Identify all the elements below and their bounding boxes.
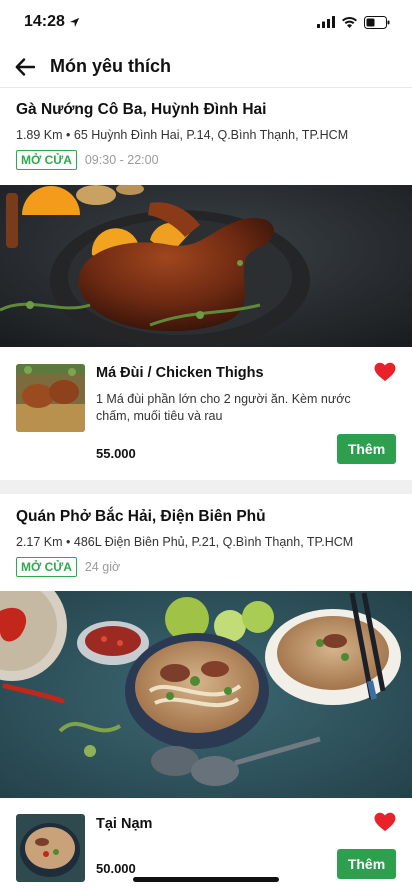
wifi-icon xyxy=(342,16,357,28)
store-name: Gà Nướng Cô Ba, Huỳnh Đình Hai xyxy=(16,101,267,118)
pho-bowl-illustration xyxy=(0,591,412,798)
nav-bar: Món yêu thích xyxy=(0,46,412,88)
dish-description: 1 Má đùi phần lớn cho 2 người ăn. Kèm nư… xyxy=(96,392,351,423)
dish-price: 55.000 xyxy=(96,446,136,461)
section-divider xyxy=(0,480,412,494)
clock-text: 14:28 xyxy=(24,13,65,30)
pho-thumbnail xyxy=(16,814,85,882)
dish-thumbnail[interactable] xyxy=(16,364,85,432)
store-info: 2.17 Km • 486L Điện Biên Phủ, P.21, Q.Bì… xyxy=(16,535,354,549)
add-to-cart-button[interactable]: Thêm xyxy=(337,434,396,464)
open-status-badge: MỞ CỬA xyxy=(16,557,77,577)
opening-hours: 09:30 - 22:00 xyxy=(84,153,159,167)
chicken-thigh-thumbnail xyxy=(16,364,85,432)
store-status-row: MỞ CỬA 09:30 - 22:00 xyxy=(16,150,396,170)
store-header[interactable]: Quán Phở Bắc Hải, Điện Biên Phủ 2.17 Km … xyxy=(0,507,412,577)
location-arrow-icon xyxy=(69,17,80,27)
dish-thumbnail[interactable] xyxy=(16,814,85,882)
store-status-row: MỞ CỬA 24 giờ xyxy=(16,557,396,577)
store-banner-image[interactable] xyxy=(0,185,412,347)
open-status-badge: MỞ CỬA xyxy=(16,150,77,170)
opening-hours: 24 giờ xyxy=(84,560,121,574)
arrow-left-icon xyxy=(15,57,35,76)
store-name: Quán Phở Bắc Hải, Điện Biên Phủ xyxy=(16,508,266,525)
store-header[interactable]: Gà Nướng Cô Ba, Huỳnh Đình Hai 1.89 Km •… xyxy=(0,100,412,170)
favorite-button[interactable] xyxy=(374,812,396,832)
roast-chicken-illustration xyxy=(0,185,412,347)
battery-icon xyxy=(364,15,390,29)
store-banner-image[interactable] xyxy=(0,591,412,798)
store-info: 1.89 Km • 65 Huỳnh Đình Hai, P.14, Q.Bìn… xyxy=(16,128,349,142)
add-to-cart-button[interactable]: Thêm xyxy=(337,849,396,879)
status-time: 14:28 xyxy=(24,13,80,31)
status-icons xyxy=(317,15,390,29)
page-title: Món yêu thích xyxy=(50,56,171,76)
status-bar: 14:28 xyxy=(0,0,412,44)
cellular-signal-icon xyxy=(317,16,335,28)
heart-icon xyxy=(374,812,396,832)
back-button[interactable] xyxy=(14,56,36,78)
dish-name: Má Đùi / Chicken Thighs xyxy=(96,365,264,381)
home-indicator xyxy=(133,877,279,882)
dish-name: Tại Nạm xyxy=(96,816,153,832)
heart-icon xyxy=(374,362,396,382)
favorite-button[interactable] xyxy=(374,362,396,382)
dish-price: 50.000 xyxy=(96,861,136,876)
